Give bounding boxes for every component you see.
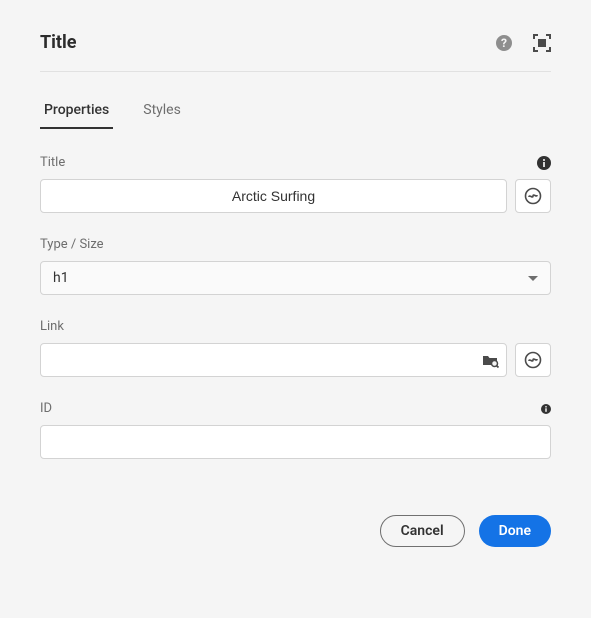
field-id: ID xyxy=(40,401,551,459)
field-title: Title xyxy=(40,155,551,213)
link-data-button[interactable] xyxy=(515,343,551,377)
id-label: ID xyxy=(40,401,52,416)
tabs: Properties Styles xyxy=(40,96,551,129)
field-type-size: Type / Size h1 xyxy=(40,237,551,295)
dialog-footer: Cancel Done xyxy=(40,515,551,547)
link-label: Link xyxy=(40,319,64,334)
dialog-title: Title xyxy=(40,32,77,53)
title-input[interactable] xyxy=(40,179,507,213)
fullscreen-icon[interactable] xyxy=(533,34,551,52)
chevron-down-icon xyxy=(528,276,538,281)
title-data-button[interactable] xyxy=(515,179,551,213)
dialog: Title ? Properties Styles Title xyxy=(0,0,591,571)
field-link: Link xyxy=(40,319,551,377)
header-actions: ? xyxy=(495,34,551,52)
info-icon[interactable] xyxy=(537,156,551,170)
help-icon[interactable]: ? xyxy=(495,34,513,52)
info-icon-small[interactable] xyxy=(541,404,551,414)
type-size-label: Type / Size xyxy=(40,237,104,252)
title-label: Title xyxy=(40,155,65,170)
dialog-header: Title ? xyxy=(40,32,551,72)
browse-icon[interactable] xyxy=(481,351,499,369)
type-size-value: h1 xyxy=(53,270,69,286)
tab-properties[interactable]: Properties xyxy=(40,96,113,128)
id-input[interactable] xyxy=(40,425,551,459)
type-size-select[interactable]: h1 xyxy=(40,261,551,295)
done-button[interactable]: Done xyxy=(479,515,551,547)
svg-text:?: ? xyxy=(501,36,507,50)
cancel-button[interactable]: Cancel xyxy=(380,515,465,547)
tab-styles[interactable]: Styles xyxy=(139,96,185,128)
form: Title Type / Size h1 xyxy=(40,155,551,459)
link-input[interactable] xyxy=(40,343,507,377)
